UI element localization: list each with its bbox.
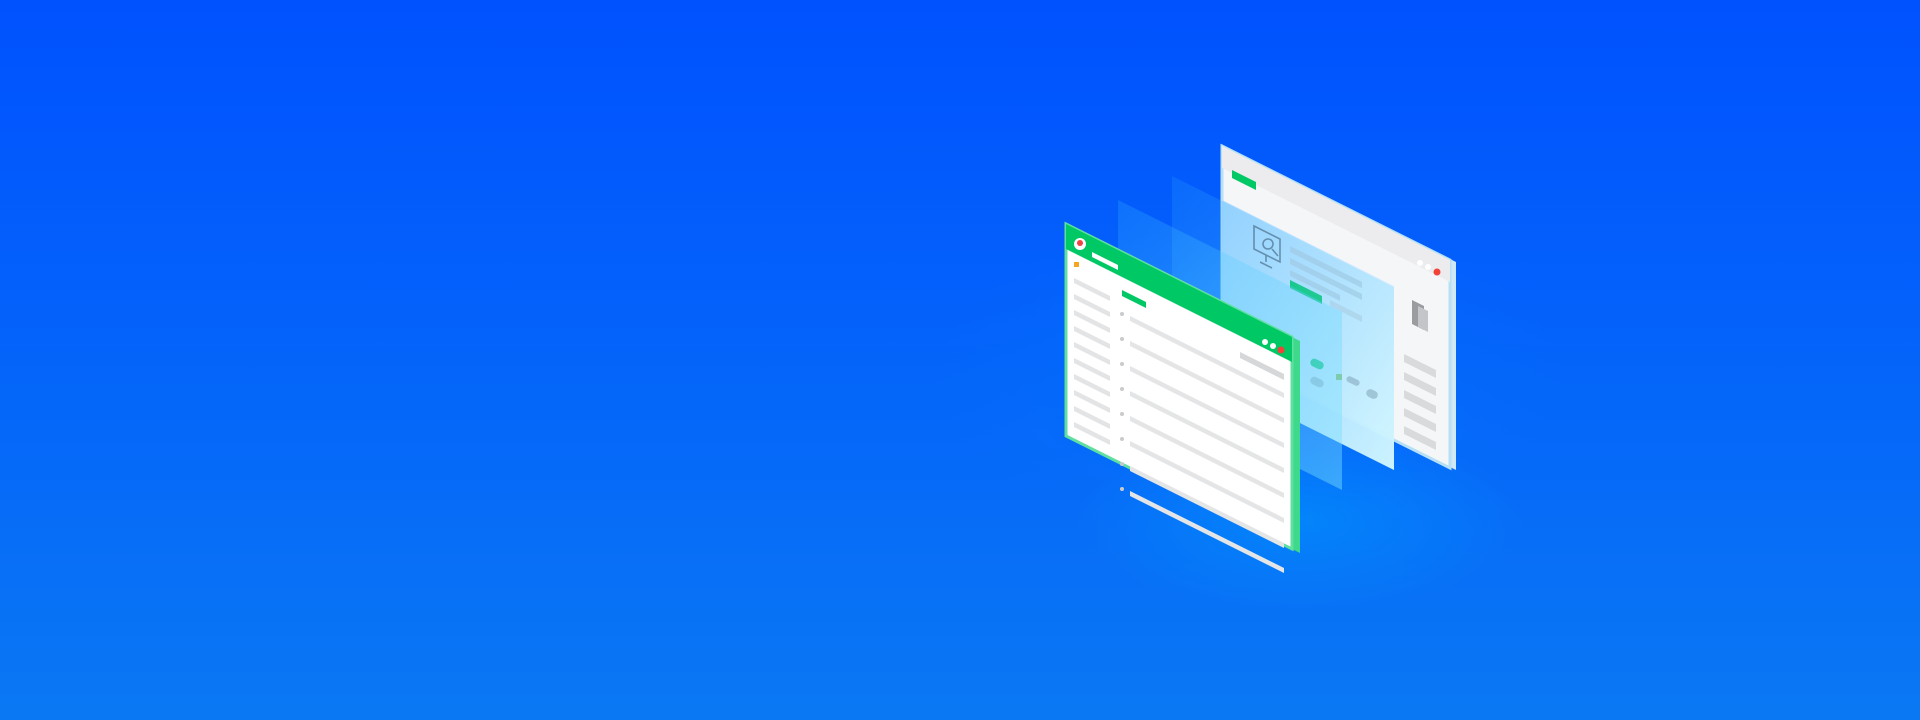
list-row-bullet	[1120, 462, 1124, 466]
list-row-bullet	[1120, 387, 1124, 391]
list-row-bullet	[1120, 362, 1124, 366]
isometric-illustration	[871, 143, 1621, 573]
sound-wave-left	[871, 304, 1063, 392]
list-row-bullet	[1120, 412, 1124, 416]
list-row-bullet	[1120, 437, 1124, 441]
back-window-close-icon	[1433, 268, 1441, 276]
hero-banner	[0, 0, 1920, 720]
list-row-bullet	[1120, 337, 1124, 341]
list-row-bullet	[1120, 487, 1124, 491]
list-row-bullet	[1120, 312, 1124, 316]
front-window-close-icon	[1277, 346, 1285, 354]
sound-wave-right	[1459, 302, 1621, 394]
